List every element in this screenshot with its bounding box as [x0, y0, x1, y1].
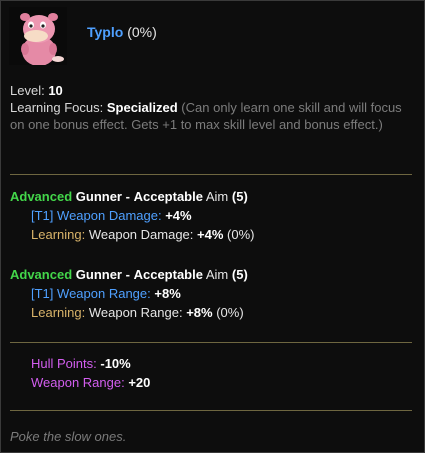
skill-separator: - — [125, 267, 130, 282]
learning-percent: (0%) — [216, 305, 244, 320]
divider — [10, 174, 412, 175]
skill-tier-word: Advanced — [10, 267, 73, 282]
skill-title-line: Advanced Gunner - Acceptable Aim (5) — [10, 265, 415, 284]
stat-line: Weapon Range: +20 — [31, 373, 425, 392]
learning-focus-line: Learning Focus: Specialized (Can only le… — [10, 99, 415, 133]
stat-value: +20 — [128, 375, 151, 390]
skill-class-word: Gunner — [75, 189, 122, 204]
pink-creature-portrait-icon — [9, 7, 67, 66]
skill-bonus-label: Weapon Range: — [57, 286, 151, 301]
learning-label: Learning: — [31, 305, 86, 320]
skill-stat-value: (5) — [231, 189, 248, 204]
skill-stat-value: (5) — [231, 267, 248, 282]
skill-quality-word: Acceptable — [133, 267, 203, 282]
crew-tooltip: Typlo (0%) Level: 10 Learning Focus: Spe… — [0, 0, 425, 453]
learning-focus-label: Learning Focus: — [10, 100, 104, 115]
skill-bonus-label: Weapon Damage: — [57, 208, 162, 223]
skill-tier-tag: [T1] — [31, 208, 54, 223]
learning-label: Learning: — [31, 227, 86, 242]
divider — [10, 410, 412, 411]
crew-info: Level: 10 Learning Focus: Specialized (C… — [10, 82, 415, 133]
skill-stat-word: Aim — [205, 189, 229, 204]
crew-name: Typlo — [87, 24, 124, 40]
skill-bonus-line: [T1] Weapon Damage: +4% — [10, 206, 415, 225]
learning-stat: Weapon Damage: — [88, 227, 194, 242]
skill-learning-line: Learning: Weapon Range: +8% (0%) — [10, 303, 415, 322]
skill-bonus-value: +8% — [154, 286, 181, 301]
stat-label: Hull Points: — [31, 356, 97, 371]
level-value: 10 — [48, 83, 63, 98]
skill-tier-tag: [T1] — [31, 286, 54, 301]
skill-block: Advanced Gunner - Acceptable Aim (5) [T1… — [10, 265, 415, 322]
learning-value: +8% — [186, 305, 213, 320]
level-line: Level: 10 — [10, 82, 415, 99]
learning-value: +4% — [197, 227, 224, 242]
learning-stat: Weapon Range: — [88, 305, 183, 320]
level-label: Level: — [10, 83, 45, 98]
flavor-text: Poke the slow ones. — [10, 429, 127, 444]
stat-label: Weapon Range: — [31, 375, 125, 390]
stat-line: Hull Points: -10% — [31, 354, 425, 373]
skill-title-line: Advanced Gunner - Acceptable Aim (5) — [10, 187, 415, 206]
stat-bonuses: Hull Points: -10% Weapon Range: +20 — [10, 354, 425, 392]
skill-block: Advanced Gunner - Acceptable Aim (5) [T1… — [10, 187, 415, 244]
skill-class-word: Gunner — [75, 267, 122, 282]
skill-bonus-value: +4% — [165, 208, 192, 223]
skill-separator: - — [125, 189, 130, 204]
skill-bonus-line: [T1] Weapon Range: +8% — [10, 284, 415, 303]
divider — [10, 342, 412, 343]
skill-quality-word: Acceptable — [133, 189, 203, 204]
skill-tier-word: Advanced — [10, 189, 73, 204]
stat-value: -10% — [100, 356, 131, 371]
skill-stat-word: Aim — [205, 267, 229, 282]
learning-percent: (0%) — [227, 227, 255, 242]
crew-progress-percent: (0%) — [127, 24, 157, 40]
tooltip-header: Typlo (0%) — [9, 7, 409, 66]
skill-learning-line: Learning: Weapon Damage: +4% (0%) — [10, 225, 415, 244]
learning-focus-value: Specialized — [106, 100, 178, 115]
crew-name-line: Typlo (0%) — [87, 24, 157, 40]
